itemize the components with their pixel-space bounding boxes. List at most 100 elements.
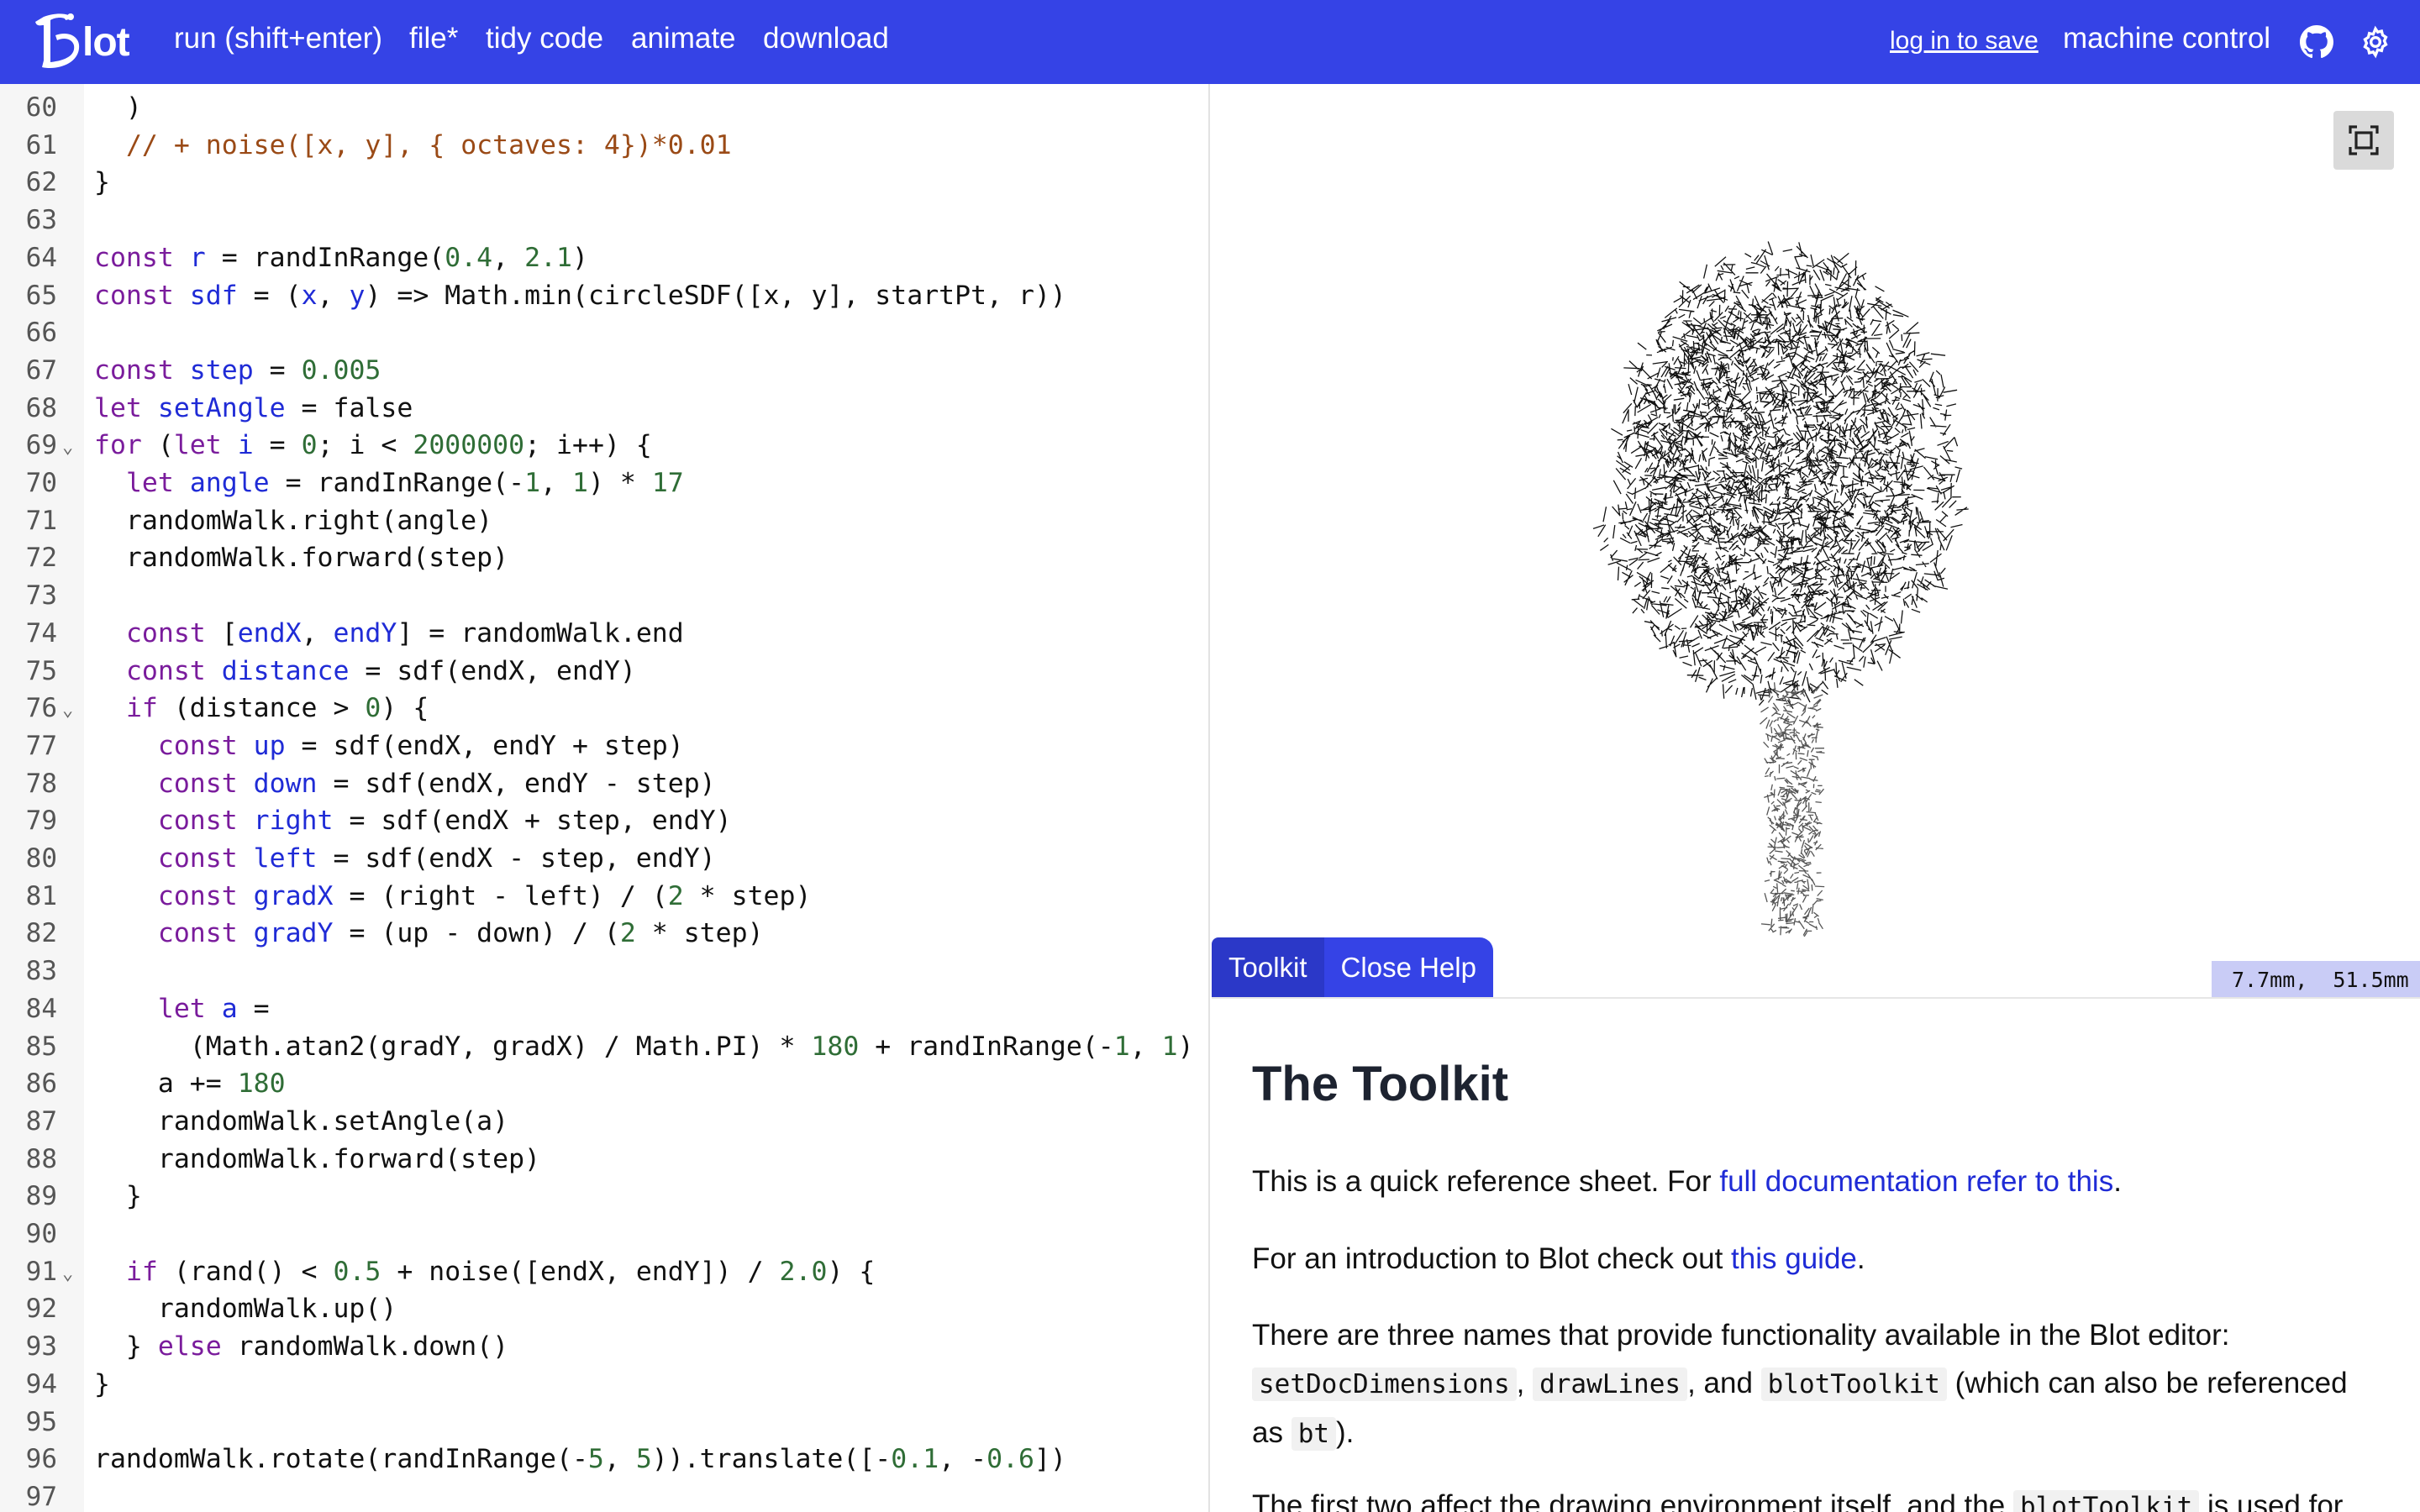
fold-chevron-icon[interactable]: ⌄ bbox=[62, 428, 73, 466]
line-number: 90 bbox=[25, 1219, 57, 1249]
line-number: 94 bbox=[25, 1368, 57, 1399]
code-line[interactable]: 89 } bbox=[0, 1178, 1208, 1215]
code-line[interactable]: 96 randomWalk.rotate(randInRange(-5, 5)).… bbox=[0, 1441, 1208, 1478]
line-number: 76 bbox=[25, 693, 57, 724]
code-text: } bbox=[94, 1368, 110, 1399]
code-line[interactable]: 78 const down = sdf(endX, endY - step) bbox=[0, 765, 1208, 803]
code-line[interactable]: 63 bbox=[0, 202, 1208, 239]
line-number: 88 bbox=[25, 1143, 57, 1174]
github-icon[interactable] bbox=[2300, 25, 2333, 59]
code-editor[interactable]: 60 ) 61 // + noise([x, y], { octaves: 4})… bbox=[0, 84, 1210, 1512]
code-line[interactable]: 97 bbox=[0, 1478, 1208, 1512]
help-tabs: Toolkit Close Help bbox=[1212, 937, 1493, 998]
code-text: (Math.atan2(gradY, gradX) / Math.PI) * 1… bbox=[94, 1031, 1194, 1062]
line-number: 77 bbox=[25, 730, 57, 761]
fold-chevron-icon[interactable]: ⌄ bbox=[62, 1255, 73, 1293]
code-text: const right = sdf(endX + step, endY) bbox=[157, 806, 732, 837]
drawing-preview[interactable] bbox=[1212, 84, 2420, 937]
code-line[interactable]: 69 ⌄ for (let i = 0; i < 2000000; i++) { bbox=[0, 427, 1208, 466]
p3-text: There are three names that provide funct… bbox=[1252, 1319, 2230, 1352]
download-button[interactable]: download bbox=[763, 22, 889, 55]
code-line[interactable]: 77 const up = sdf(endX, endY + step) bbox=[0, 727, 1208, 765]
line-number: 87 bbox=[25, 1105, 57, 1137]
line-number: 68 bbox=[25, 392, 57, 423]
top-bar: lot run (shift+enter) file* tidy code an… bbox=[0, 0, 2420, 84]
tidy-code-button[interactable]: tidy code bbox=[486, 22, 603, 55]
line-number: 91 bbox=[25, 1256, 57, 1287]
fold-chevron-icon[interactable]: ⌄ bbox=[62, 691, 73, 729]
line-number: 81 bbox=[25, 880, 57, 911]
code-line[interactable]: 64 const r = randInRange(0.4, 2.1) bbox=[0, 239, 1208, 277]
blot-logo-icon bbox=[35, 13, 80, 69]
tree-drawing bbox=[1592, 241, 1969, 937]
code-line[interactable]: 91 ⌄ if (rand() < 0.5 + noise([endX, endY… bbox=[0, 1253, 1208, 1293]
login-link[interactable]: log in to save bbox=[1890, 27, 2039, 55]
code-line[interactable]: 82 const gradY = (up - down) / (2 * step… bbox=[0, 915, 1208, 953]
line-number: 96 bbox=[25, 1444, 57, 1475]
code-text: const down = sdf(endX, endY - step) bbox=[157, 768, 716, 799]
p3-text-2: (which can also be referenced bbox=[1946, 1367, 2348, 1399]
code-text: } bbox=[94, 1181, 142, 1212]
p1-text: This is a quick reference sheet. For bbox=[1252, 1165, 1720, 1198]
p3-text-3: as bbox=[1252, 1416, 1292, 1449]
code-line[interactable]: 66 bbox=[0, 314, 1208, 352]
code-line[interactable]: 75 const distance = sdf(endX, endY) bbox=[0, 653, 1208, 690]
p2-end: . bbox=[1856, 1242, 1865, 1275]
code-line[interactable]: 71 randomWalk.right(angle) bbox=[0, 502, 1208, 540]
help-paragraph-1: This is a quick reference sheet. For ful… bbox=[1252, 1158, 2378, 1205]
code-line[interactable]: 88 randomWalk.forward(step) bbox=[0, 1141, 1208, 1179]
fullscreen-button[interactable] bbox=[2333, 111, 2394, 170]
line-number: 64 bbox=[25, 242, 57, 273]
code-line[interactable]: 60 ) bbox=[0, 89, 1208, 127]
full-docs-link[interactable]: full documentation refer to this bbox=[1719, 1165, 2113, 1198]
code-text: if (rand() < 0.5 + noise([endX, endY]) /… bbox=[125, 1256, 876, 1287]
line-number: 60 bbox=[25, 92, 57, 123]
code-line[interactable]: 92 randomWalk.up() bbox=[0, 1290, 1208, 1328]
code-text: randomWalk.forward(step) bbox=[94, 543, 509, 574]
code-line[interactable]: 90 bbox=[0, 1215, 1208, 1253]
code-line[interactable]: 67 const step = 0.005 bbox=[0, 352, 1208, 390]
p4-text-2: is used for bbox=[2199, 1489, 2344, 1512]
line-number: 93 bbox=[25, 1331, 57, 1362]
p4-text: The first two affect the drawing environ… bbox=[1252, 1489, 2013, 1512]
code-line[interactable]: 81 const gradX = (right - left) / (2 * s… bbox=[0, 878, 1208, 916]
code-line[interactable]: 74 const [endX, endY] = randomWalk.end bbox=[0, 615, 1208, 653]
gear-icon[interactable] bbox=[2359, 25, 2392, 59]
code-line[interactable]: 85 (Math.atan2(gradY, gradX) / Math.PI) … bbox=[0, 1028, 1208, 1066]
fullscreen-icon bbox=[2349, 125, 2379, 155]
animate-button[interactable]: animate bbox=[631, 22, 736, 55]
p3-sep2: , and bbox=[1687, 1367, 1761, 1399]
code-line[interactable]: 61 // + noise([x, y], { octaves: 4})*0.0… bbox=[0, 127, 1208, 165]
code-line[interactable]: 76 ⌄ if (distance > 0) { bbox=[0, 690, 1208, 729]
code-line[interactable]: 95 bbox=[0, 1404, 1208, 1441]
file-menu[interactable]: file* bbox=[409, 22, 458, 55]
line-number: 80 bbox=[25, 843, 57, 874]
tab-toolkit[interactable]: Toolkit bbox=[1212, 937, 1324, 998]
code-line[interactable]: 62} bbox=[0, 164, 1208, 202]
line-number: 95 bbox=[25, 1406, 57, 1437]
cursor-coordinates: 7.7mm, 51.5mm bbox=[2212, 961, 2420, 998]
code-bt: bt bbox=[1291, 1417, 1337, 1451]
code-line[interactable]: 72 randomWalk.forward(step) bbox=[0, 539, 1208, 577]
code-text: const sdf = (x, y) => Math.min(circleSDF… bbox=[94, 280, 1066, 311]
p2-text: For an introduction to Blot check out bbox=[1252, 1242, 1732, 1275]
code-line[interactable]: 70 let angle = randInRange(-1, 1) * 17 bbox=[0, 465, 1208, 502]
blot-logo[interactable]: lot bbox=[32, 7, 130, 77]
code-line[interactable]: 93 } else randomWalk.down() bbox=[0, 1328, 1208, 1366]
code-text: if (distance > 0) { bbox=[125, 693, 429, 724]
line-number: 73 bbox=[25, 580, 57, 612]
machine-control-button[interactable]: machine control bbox=[2063, 22, 2270, 55]
code-line[interactable]: 73 bbox=[0, 577, 1208, 615]
code-line[interactable]: 79 const right = sdf(endX + step, endY) bbox=[0, 802, 1208, 840]
code-line[interactable]: 86 a += 180 bbox=[0, 1065, 1208, 1103]
close-help-button[interactable]: Close Help bbox=[1323, 937, 1493, 998]
code-line[interactable]: 87 randomWalk.setAngle(a) bbox=[0, 1103, 1208, 1141]
guide-link[interactable]: this guide bbox=[1731, 1242, 1857, 1275]
code-line[interactable]: 80 const left = sdf(endX - step, endY) bbox=[0, 840, 1208, 878]
code-line[interactable]: 84 let a = bbox=[0, 990, 1208, 1028]
code-line[interactable]: 65 const sdf = (x, y) => Math.min(circleS… bbox=[0, 277, 1208, 315]
code-line[interactable]: 68 let setAngle = false bbox=[0, 390, 1208, 428]
code-line[interactable]: 83 bbox=[0, 953, 1208, 990]
code-line[interactable]: 94} bbox=[0, 1366, 1208, 1404]
run-button[interactable]: run (shift+enter) bbox=[174, 22, 382, 55]
